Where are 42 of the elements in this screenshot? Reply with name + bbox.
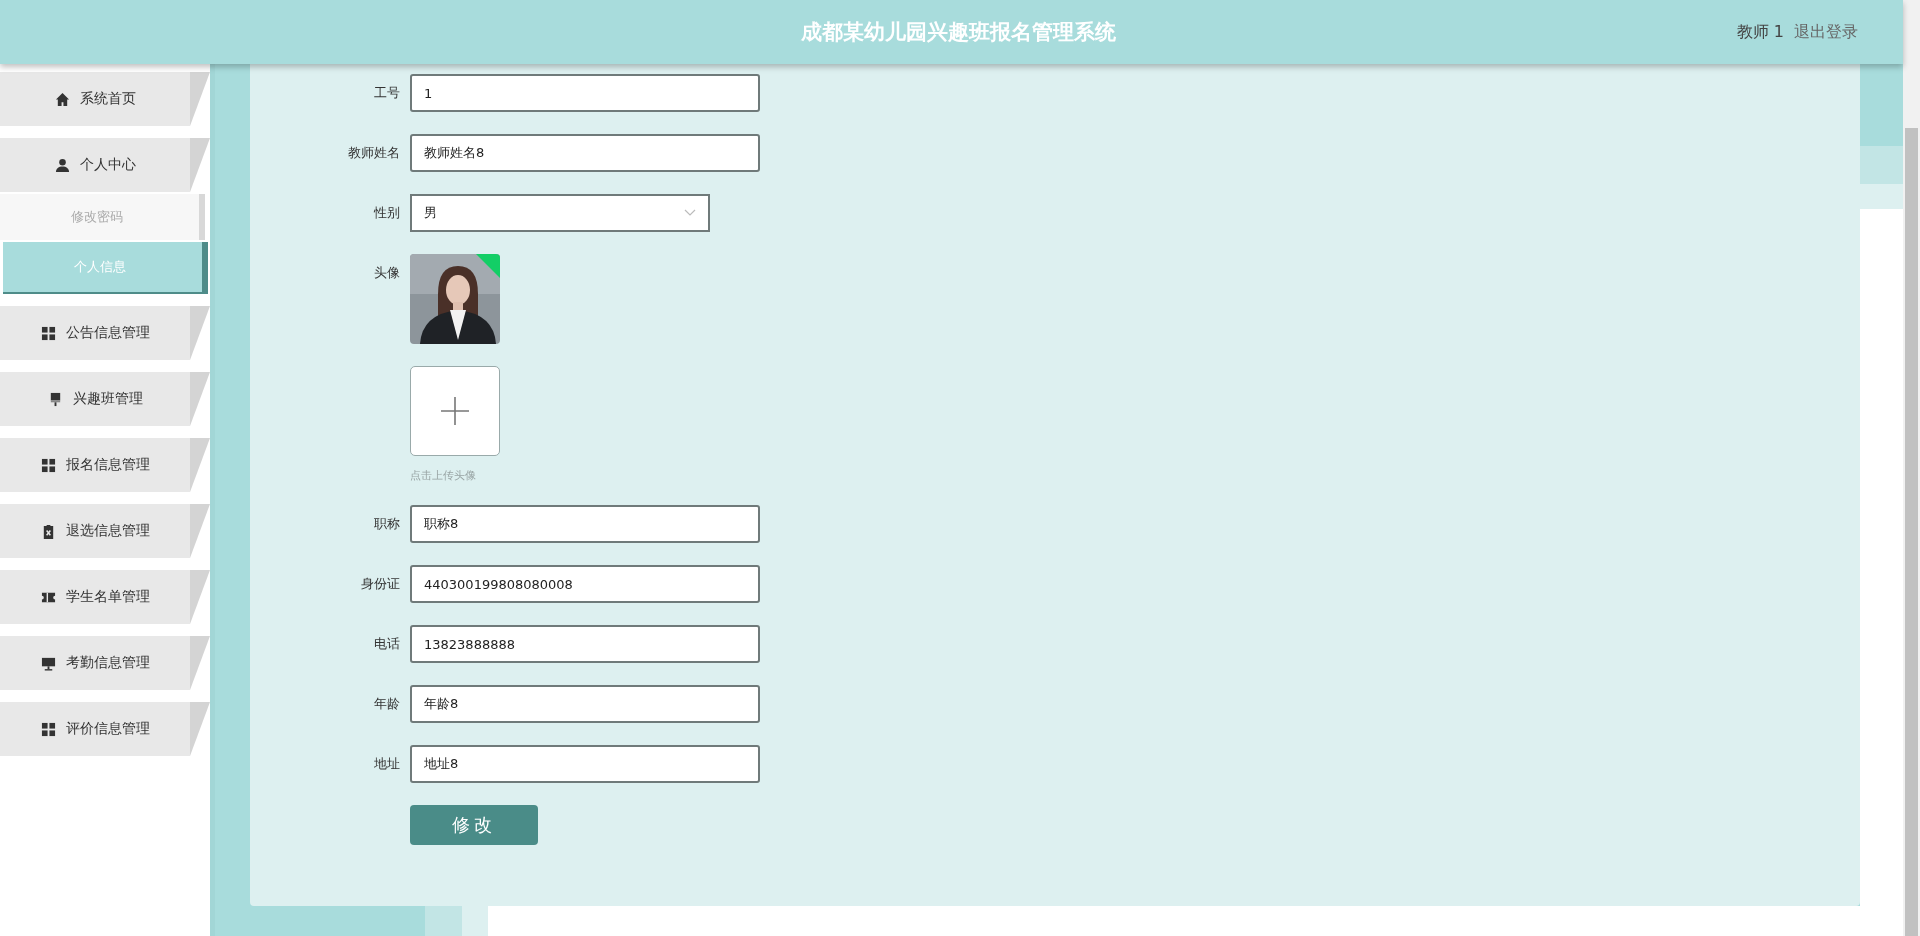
menu-item[interactable]: 个人中心 xyxy=(0,138,210,192)
input-field[interactable]: 教师姓名8 xyxy=(410,134,760,172)
input-field[interactable]: 1 xyxy=(410,74,760,112)
scrollbar[interactable] xyxy=(1903,0,1920,936)
menu-item[interactable]: 系统首页 xyxy=(0,72,210,126)
menu-item[interactable]: 评价信息管理 xyxy=(0,702,210,756)
field-label: 年龄 xyxy=(373,695,401,713)
field-label: 教师姓名 xyxy=(347,144,401,162)
field-label: 地址 xyxy=(373,755,401,773)
field-label: 工号 xyxy=(373,84,401,102)
menu-item[interactable]: 考勤信息管理 xyxy=(0,636,210,690)
menu-item[interactable]: 兴趣班管理 xyxy=(0,372,210,426)
plus-icon xyxy=(440,396,470,426)
input-field[interactable]: 440300199808080008 xyxy=(410,565,760,603)
field-label: 电话 xyxy=(373,635,401,653)
input-field[interactable]: 13823888888 xyxy=(410,625,760,663)
field-label: 头像 xyxy=(373,264,401,282)
grid-icon xyxy=(40,721,56,737)
field-label: 身份证 xyxy=(360,575,401,593)
input-field[interactable]: 地址8 xyxy=(410,745,760,783)
field-label: 职称 xyxy=(373,515,401,533)
chevron-down-icon xyxy=(684,209,696,217)
upload-button[interactable] xyxy=(410,366,500,456)
menu-item[interactable]: 公告信息管理 xyxy=(0,306,210,360)
system-title: 成都某幼儿园兴趣班报名管理系统 xyxy=(799,19,1117,46)
upload-hint: 点击上传头像 xyxy=(410,468,477,483)
logout-link[interactable]: 退出登录 xyxy=(1794,21,1858,43)
input-field[interactable]: 职称8 xyxy=(410,505,760,543)
user-icon xyxy=(54,157,70,173)
select-field[interactable]: 男 xyxy=(410,194,710,232)
monitor-icon xyxy=(40,655,56,671)
menu-item[interactable]: 退选信息管理 xyxy=(0,504,210,558)
user-name: 教师 1 xyxy=(1736,21,1784,43)
home-icon xyxy=(54,91,70,107)
grid-icon xyxy=(40,457,56,473)
menu-item[interactable]: 学生名单管理 xyxy=(0,570,210,624)
field-label: 性别 xyxy=(373,204,401,222)
grid-icon xyxy=(40,325,56,341)
menu-item[interactable]: 报名信息管理 xyxy=(0,438,210,492)
input-field[interactable]: 年龄8 xyxy=(410,685,760,723)
success-corner-icon xyxy=(476,254,500,278)
submit-button[interactable]: 修改 xyxy=(410,805,538,845)
